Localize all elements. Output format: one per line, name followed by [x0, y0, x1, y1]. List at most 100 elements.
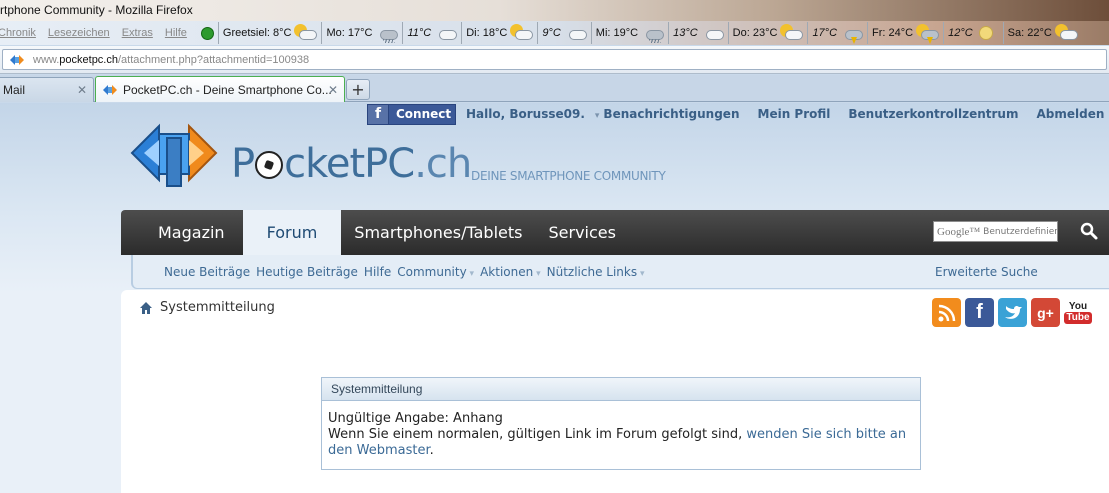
weather-item[interactable]: Mo: 17°C — [321, 22, 402, 44]
site-brand[interactable]: PcketPC.ch — [231, 141, 472, 187]
tab-label: PocketPC.ch - Deine Smartphone Co... — [123, 82, 332, 97]
youtube-icon[interactable]: You Tube — [1064, 298, 1092, 327]
weather-item[interactable]: 12°C — [943, 22, 1003, 44]
google-label: Google™ — [937, 225, 981, 238]
sun-cloud-icon — [509, 24, 534, 42]
weather-label: Fr: 24°C — [872, 27, 914, 39]
breadcrumb-current: Systemmitteilung — [160, 300, 275, 315]
tab-mail[interactable]: Mail ✕ — [0, 77, 94, 102]
usercp-link[interactable]: Benutzerkontrollzentrum — [848, 107, 1018, 121]
weather-label: Di: 18°C — [466, 27, 508, 39]
cloud-rain-icon — [640, 24, 665, 43]
weather-label: 17°C — [812, 27, 838, 39]
window-title-bar: rtphone Community - Mozilla Firefox — [0, 0, 1109, 22]
logout-link[interactable]: Abmelden — [1036, 107, 1104, 121]
window-title: rtphone Community - Mozilla Firefox — [0, 3, 193, 17]
facebook-connect-button[interactable]: f Connect — [367, 103, 456, 125]
nav-forum[interactable]: Forum — [242, 210, 342, 255]
rss-icon[interactable] — [932, 298, 961, 327]
nav-services[interactable]: Services — [535, 210, 628, 255]
tab-close-icon[interactable]: ✕ — [77, 83, 87, 97]
weather-label: Do: 23°C — [732, 27, 778, 39]
weather-label: 12°C — [948, 27, 973, 39]
weather-item[interactable]: Do: 23°C — [727, 22, 808, 44]
weather-item[interactable]: Greetsiel: 8°C — [217, 22, 322, 44]
search-input[interactable]: Google™ Benutzerdefinierte Suche — [933, 221, 1058, 242]
nav-magazin[interactable]: Magazin — [121, 210, 243, 255]
url-domain: pocketpc.ch — [59, 53, 118, 66]
subnav-hilfe[interactable]: Hilfe — [364, 265, 391, 279]
weather-label: 9°C — [542, 27, 561, 39]
weather-label: Mi: 19°C — [595, 27, 639, 39]
weather-item[interactable]: 17°C — [807, 22, 867, 44]
menu-extras[interactable]: Extras — [122, 27, 153, 39]
facebook-icon: f — [368, 104, 389, 124]
message-line-1: Ungültige Angabe: Anhang — [328, 411, 503, 426]
sun-cloud-icon — [779, 24, 804, 42]
cloud-icon — [433, 24, 458, 42]
user-greeting[interactable]: Hallo, Borusse09. — [466, 107, 585, 121]
site-favicon-icon — [10, 54, 24, 65]
weather-item[interactable]: 11°C — [402, 22, 461, 44]
cloud-storm-icon — [839, 24, 864, 44]
url-field[interactable]: www. pocketpc.ch/attachment.php?attachmen… — [2, 49, 1107, 70]
menu-hilfe[interactable]: Hilfe — [165, 27, 187, 39]
weather-forecast: Greetsiel: 8°C Mo: 17°C 11°C Di: 18°C 9°C Mi:… — [217, 22, 1082, 44]
search-icon[interactable] — [1079, 221, 1099, 241]
facebook-icon[interactable]: f — [965, 298, 994, 327]
menu-lesezeichen[interactable]: Lesezeichen — [48, 27, 110, 39]
site-tagline: DEINE SMARTPHONE COMMUNITY — [471, 169, 666, 183]
sun-cloud-icon — [1054, 24, 1078, 42]
tab-pocketpc[interactable]: PocketPC.ch - Deine Smartphone Co... ✕ — [95, 76, 345, 102]
weather-item[interactable]: Sa: 22°C — [1002, 22, 1082, 44]
sun-cloud-icon — [293, 24, 318, 42]
new-tab-button[interactable]: + — [346, 79, 370, 100]
user-nav: f Connect Hallo, Borusse09. Benachrichti… — [367, 103, 1104, 125]
menu-chronik[interactable]: Chronik — [0, 27, 36, 39]
subnav-heutige-beitraege[interactable]: Heutige Beiträge — [256, 265, 358, 279]
tab-close-icon[interactable]: ✕ — [328, 83, 338, 97]
weather-label: 13°C — [673, 27, 698, 39]
url-path: /attachment.php?attachmentid=100938 — [117, 53, 310, 66]
profile-link[interactable]: Mein Profil — [758, 107, 831, 121]
cloud-icon — [700, 24, 724, 42]
message-line-2: Wenn Sie einem normalen, gültigen Link i… — [328, 427, 914, 459]
home-icon[interactable] — [140, 301, 152, 314]
message-text: Wenn Sie einem normalen, gültigen Link i… — [328, 427, 743, 442]
system-message-body: Ungültige Angabe: Anhang Wenn Sie einem … — [322, 401, 920, 459]
brand-text-3: .ch — [414, 141, 472, 187]
breadcrumb: Systemmitteilung — [140, 300, 275, 315]
sun-storm-icon — [915, 24, 940, 44]
weather-item[interactable]: Di: 18°C — [461, 22, 537, 44]
pocketpc-logo-icon[interactable] — [129, 120, 219, 190]
subnav-aktionen[interactable]: Aktionen — [480, 265, 541, 279]
weather-item[interactable]: Mi: 19°C — [590, 22, 668, 44]
youtube-tube-text: Tube — [1064, 312, 1092, 324]
connect-label: Connect — [396, 107, 452, 121]
cloud-icon — [563, 24, 587, 42]
brand-text-1: P — [231, 141, 255, 187]
weather-status-icon[interactable] — [200, 26, 214, 40]
notifications-link[interactable]: Benachrichtigungen — [595, 107, 739, 121]
weather-item[interactable]: Fr: 24°C — [867, 22, 943, 44]
brand-text-2: cketPC — [284, 141, 415, 187]
weather-label: Sa: 22°C — [1007, 27, 1052, 39]
content-area: Systemmitteilung f g+ You Tube Systemmit… — [121, 290, 1109, 493]
web-page: f Connect Hallo, Borusse09. Benachrichti… — [0, 103, 1109, 493]
twitter-icon[interactable] — [998, 298, 1027, 327]
subnav-community[interactable]: Community — [397, 265, 474, 279]
nav-smartphones-tablets[interactable]: Smartphones/Tablets — [341, 210, 535, 255]
site-favicon-icon — [103, 84, 117, 95]
system-message-box: Systemmitteilung Ungültige Angabe: Anhan… — [321, 377, 921, 470]
weather-item[interactable]: 13°C — [668, 22, 728, 44]
subnav-nuetzliche-links[interactable]: Nützliche Links — [547, 265, 645, 279]
weather-bar: Greetsiel: 8°C Mo: 17°C 11°C Di: 18°C 9°C Mi:… — [199, 21, 1082, 45]
weather-label: 11°C — [407, 27, 432, 39]
social-links: f g+ You Tube — [932, 298, 1096, 327]
system-message-title: Systemmitteilung — [322, 378, 920, 401]
weather-item[interactable]: 9°C — [537, 22, 590, 44]
subnav-neue-beitraege[interactable]: Neue Beiträge — [164, 265, 250, 279]
google-plus-icon[interactable]: g+ — [1031, 298, 1060, 327]
url-prefix: www. — [33, 53, 60, 66]
advanced-search-link[interactable]: Erweiterte Suche — [935, 265, 1038, 279]
